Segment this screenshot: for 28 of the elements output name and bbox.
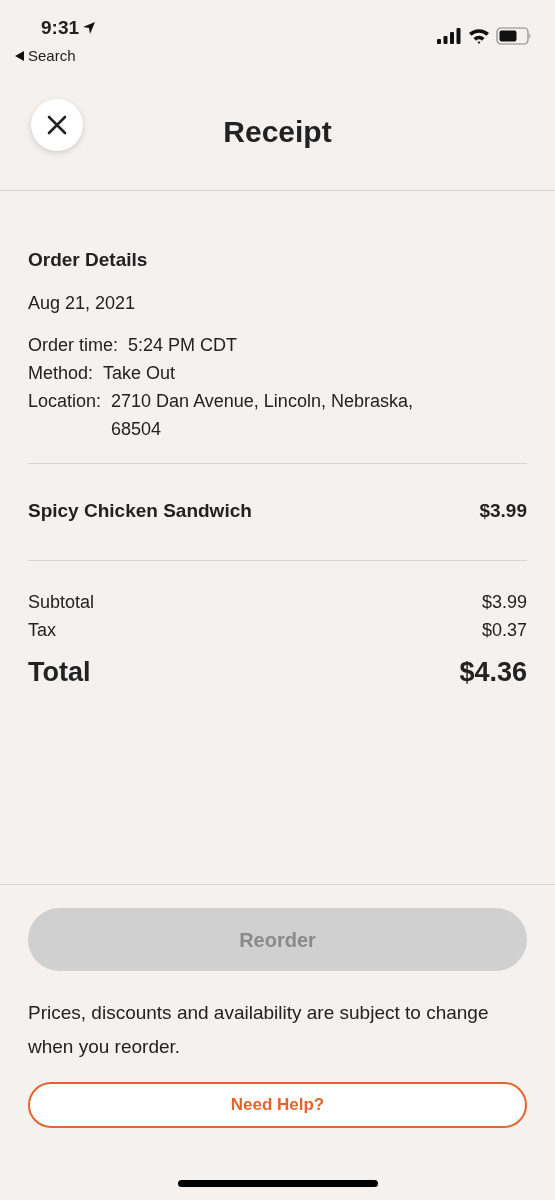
close-icon bbox=[47, 115, 67, 135]
field-value: Take Out bbox=[103, 361, 177, 385]
status-time: 9:31 bbox=[41, 16, 80, 40]
close-button[interactable] bbox=[31, 99, 83, 151]
back-triangle-icon[interactable] bbox=[15, 50, 24, 61]
field-label: Method: bbox=[28, 361, 95, 385]
summary-label: Tax bbox=[28, 618, 56, 642]
summary-value: $0.37 bbox=[481, 618, 527, 642]
field-value: 5:24 PM CDT bbox=[128, 333, 239, 357]
summary-value: $4.36 bbox=[459, 655, 527, 689]
back-link[interactable]: Search bbox=[28, 44, 76, 67]
order-date: Aug 21, 2021 bbox=[28, 291, 137, 315]
field-value: 2710 Dan Avenue, Lincoln, Nebraska, 68504 bbox=[111, 389, 414, 441]
need-help-button[interactable]: Need Help? bbox=[28, 1082, 527, 1128]
page-title: Receipt bbox=[223, 114, 332, 150]
field-label: Order time: bbox=[28, 333, 120, 357]
location-arrow-icon bbox=[82, 21, 97, 36]
battery-icon bbox=[496, 27, 532, 45]
wifi-icon bbox=[468, 28, 490, 44]
item-name: Spicy Chicken Sandwich bbox=[28, 499, 252, 524]
section-heading: Order Details bbox=[28, 248, 149, 272]
summary-label: Total bbox=[28, 655, 91, 689]
summary-label: Subtotal bbox=[28, 590, 95, 614]
notice-text: Prices, discounts and availability are subject to change when you reorder. bbox=[28, 1001, 490, 1059]
item-price: $3.99 bbox=[479, 499, 527, 524]
summary-value: $3.99 bbox=[481, 590, 527, 614]
field-label: Location: bbox=[28, 389, 103, 413]
signal-icon bbox=[437, 28, 462, 44]
